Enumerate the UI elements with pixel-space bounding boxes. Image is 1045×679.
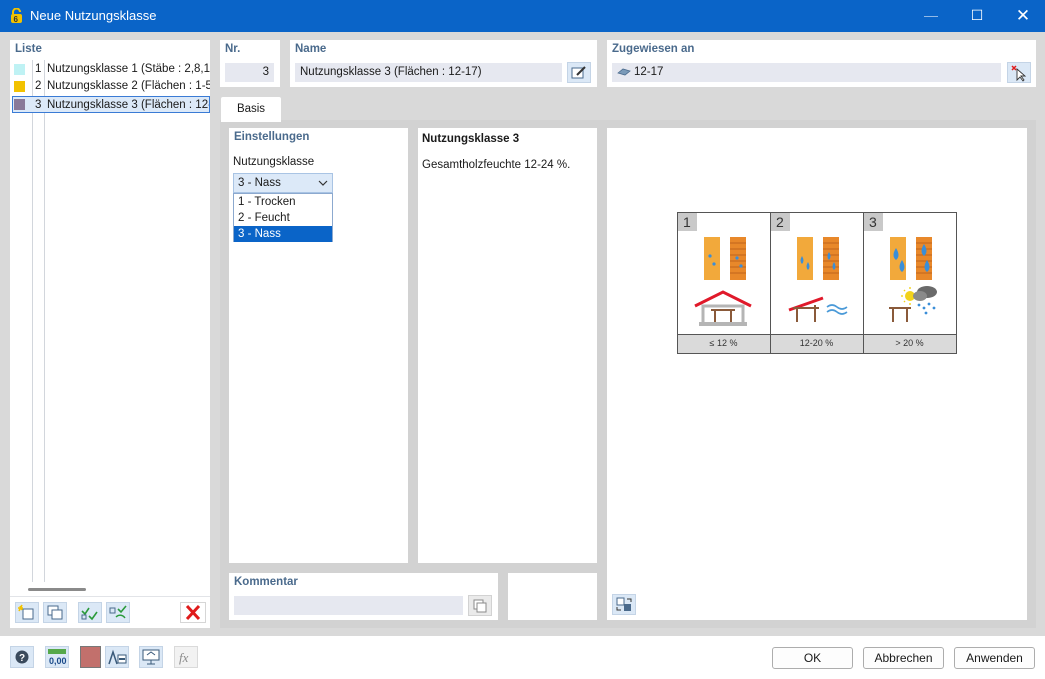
- class-1-number: 1: [683, 214, 691, 230]
- list-title: Liste: [15, 43, 42, 55]
- settings-title: Einstellungen: [234, 131, 310, 143]
- tree-line: [44, 60, 45, 582]
- delete-button[interactable]: [180, 602, 206, 623]
- apply-button[interactable]: Anwenden: [954, 647, 1035, 669]
- check-swap-button[interactable]: [106, 602, 130, 623]
- edit-icon: [571, 66, 586, 79]
- svg-text:6: 6: [14, 15, 19, 24]
- class-3-number: 3: [869, 214, 877, 230]
- list-item-selected[interactable]: 3 Nutzungsklasse 3 (Flächen : 12-: [12, 96, 210, 113]
- svg-text:0,00: 0,00: [49, 656, 67, 666]
- color-swatch: [14, 64, 25, 75]
- display-options-button[interactable]: [105, 646, 129, 668]
- cancel-button[interactable]: Abbrechen: [863, 647, 944, 669]
- app-lock-icon: 6: [11, 8, 22, 24]
- formula-button[interactable]: fx: [174, 646, 198, 668]
- assigned-field[interactable]: 12-17: [612, 63, 1001, 82]
- chevron-down-icon: [318, 180, 328, 186]
- assigned-label: Zugewiesen an: [612, 43, 695, 55]
- color-swatch: [14, 99, 25, 110]
- horizontal-scrollbar[interactable]: [28, 588, 86, 591]
- usage-class-illustration: [677, 212, 957, 354]
- title-bar: 6 Neue Nutzungsklasse — ☐ ✕: [0, 0, 1045, 32]
- color-swatch: [14, 81, 25, 92]
- check-swap-icon: [109, 605, 127, 619]
- monitor-icon: [142, 649, 160, 665]
- swap-view-icon: [616, 597, 632, 611]
- figure-options-button[interactable]: [612, 594, 636, 615]
- comment-library-button[interactable]: [468, 595, 492, 616]
- color-button[interactable]: [80, 646, 101, 668]
- usage-class-label: Nutzungsklasse: [233, 156, 315, 168]
- list-divider: [10, 596, 210, 597]
- new-item-icon: [18, 604, 34, 620]
- list-panel: [10, 40, 210, 628]
- list-item[interactable]: 2 Nutzungsklasse 2 (Flächen : 1-5: [12, 78, 210, 95]
- display-options-icon: [108, 649, 127, 665]
- dropdown-option-selected[interactable]: 3 - Nass: [234, 226, 332, 242]
- nr-label: Nr.: [225, 43, 241, 55]
- dropdown-option[interactable]: 2 - Feucht: [234, 210, 332, 226]
- copy-icon: [473, 599, 487, 613]
- units-button[interactable]: 0,00: [45, 646, 69, 668]
- comment-input[interactable]: [234, 596, 463, 615]
- info-panel: [418, 128, 597, 563]
- usage-class-select[interactable]: 3 - Nass: [233, 173, 333, 193]
- info-text: Gesamtholzfeuchte 12-24 %.: [422, 159, 571, 171]
- check-all-button[interactable]: [78, 602, 102, 623]
- formula-icon: fx: [179, 650, 189, 665]
- tab-basis[interactable]: Basis: [221, 97, 281, 122]
- comment-label: Kommentar: [234, 576, 298, 588]
- class-1-caption: ≤ 12 %: [709, 338, 738, 348]
- figure-panel: [607, 128, 1027, 620]
- window-title: Neue Nutzungsklasse: [30, 8, 157, 23]
- info-title: Nutzungsklasse 3: [422, 133, 520, 145]
- usage-class-dropdown: 1 - Trocken 2 - Feucht 3 - Nass: [233, 193, 333, 242]
- copy-icon: [47, 605, 63, 620]
- class-3-caption: > 20 %: [895, 338, 924, 348]
- surface-icon: [617, 68, 631, 76]
- view-button[interactable]: [139, 646, 163, 668]
- delete-icon: [185, 604, 201, 621]
- maximize-button[interactable]: ☐: [954, 0, 1000, 32]
- close-button[interactable]: ✕: [1000, 0, 1045, 32]
- usage-class-figure: 1 2 3 ≤ 12 % 12-20 % > 20 %: [677, 212, 957, 354]
- ok-button[interactable]: OK: [772, 647, 853, 669]
- svg-text:fx: fx: [179, 650, 189, 665]
- cursor-pick-icon: [1011, 65, 1027, 82]
- svg-text:?: ?: [19, 653, 25, 664]
- comment-side-panel: [508, 573, 597, 620]
- help-button[interactable]: ?: [10, 646, 34, 668]
- decimal-places-icon: 0,00: [48, 649, 67, 666]
- list-item[interactable]: 1 Nutzungsklasse 1 (Stäbe : 2,8,11: [12, 61, 210, 78]
- class-2-caption: 12-20 %: [799, 338, 834, 348]
- help-icon: ?: [15, 650, 29, 664]
- pick-objects-button[interactable]: [1007, 62, 1031, 83]
- copy-item-button[interactable]: [43, 602, 67, 623]
- dropdown-option[interactable]: 1 - Trocken: [234, 194, 332, 210]
- name-input[interactable]: Nutzungsklasse 3 (Flächen : 12-17): [295, 63, 562, 82]
- minimize-button[interactable]: —: [908, 0, 954, 32]
- name-label: Name: [295, 43, 327, 55]
- new-item-button[interactable]: [15, 602, 39, 623]
- class-2-number: 2: [776, 214, 784, 230]
- edit-name-button[interactable]: [567, 62, 591, 83]
- tree-line: [32, 60, 33, 582]
- check-all-icon: [81, 607, 98, 621]
- nr-field: 3: [225, 63, 274, 82]
